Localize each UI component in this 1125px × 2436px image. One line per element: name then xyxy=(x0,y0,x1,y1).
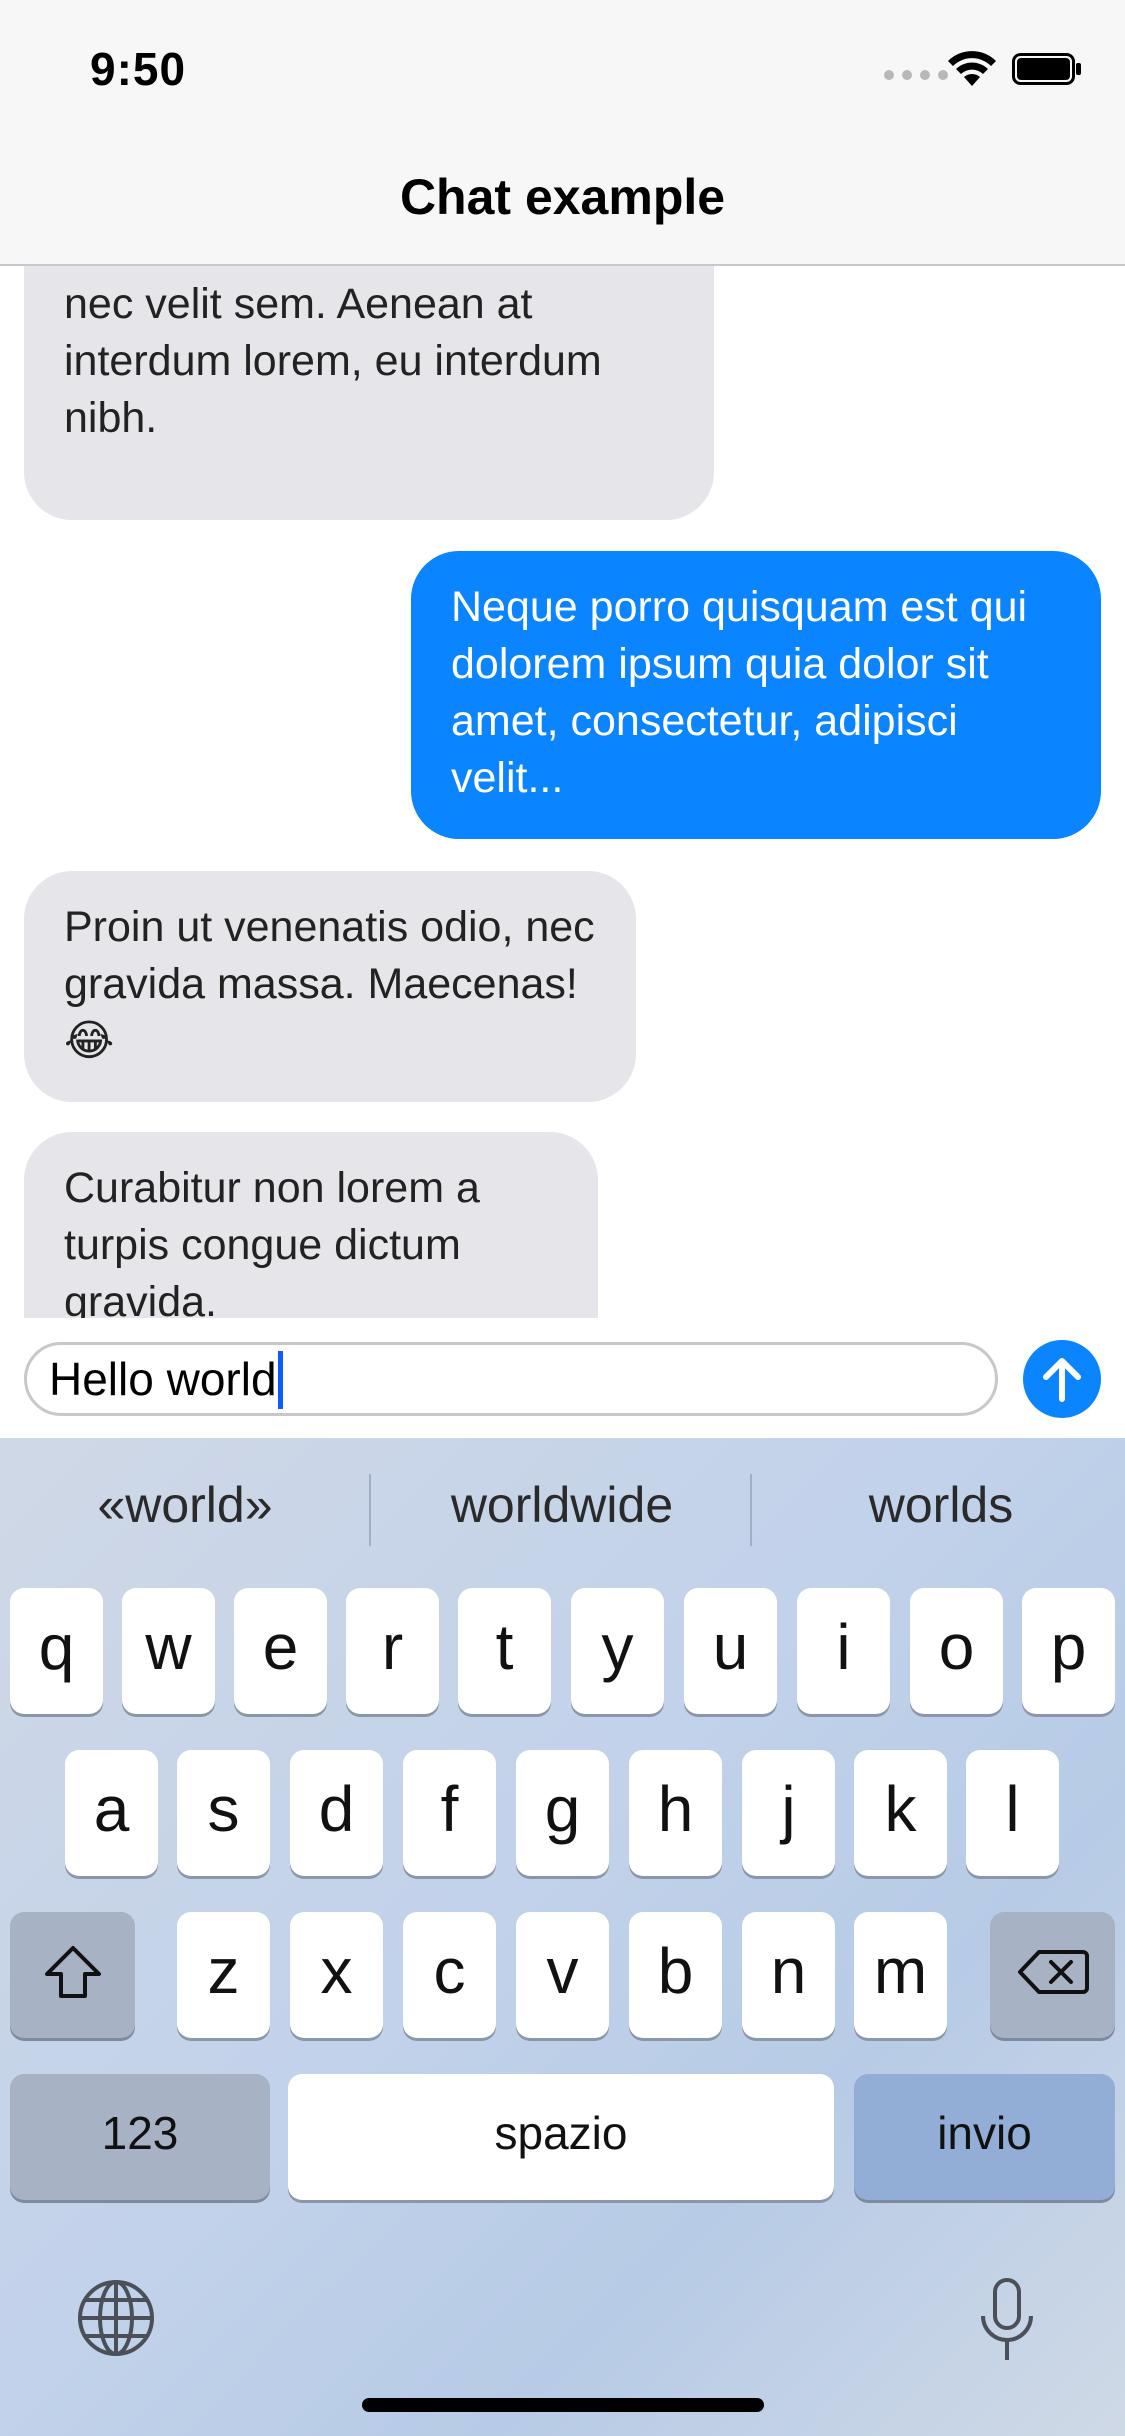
key-r[interactable]: r xyxy=(346,1588,439,1714)
message-input[interactable]: Hello world xyxy=(24,1342,998,1416)
send-button[interactable] xyxy=(1023,1340,1101,1418)
key-x[interactable]: x xyxy=(290,1912,383,2038)
key-o[interactable]: o xyxy=(910,1588,1003,1714)
message-text: nec velit sem. Aenean at interdum lorem,… xyxy=(64,280,602,442)
cellular-signal-icon xyxy=(884,70,948,80)
message-bubble[interactable]: Neque porro quisquam est qui dolorem ips… xyxy=(411,551,1101,839)
suggestion-item[interactable]: worlds xyxy=(756,1476,1125,1534)
key-l[interactable]: l xyxy=(966,1750,1059,1876)
key-i[interactable]: i xyxy=(797,1588,890,1714)
message-bubble[interactable]: nec velit sem. Aenean at interdum lorem,… xyxy=(24,264,714,520)
suggestion-item[interactable]: «world» xyxy=(0,1476,370,1534)
status-time: 9:50 xyxy=(90,43,187,95)
key-k[interactable]: k xyxy=(854,1750,947,1876)
battery-icon xyxy=(1012,53,1081,85)
key-d[interactable]: d xyxy=(290,1750,383,1876)
message-list[interactable]: nec velit sem. Aenean at interdum lorem,… xyxy=(0,264,1125,1318)
key-h[interactable]: h xyxy=(629,1750,722,1876)
delete-key[interactable] xyxy=(990,1912,1115,2038)
key-f[interactable]: f xyxy=(403,1750,496,1876)
space-key[interactable]: spazio xyxy=(288,2074,834,2200)
key-j[interactable]: j xyxy=(742,1750,835,1876)
key-b[interactable]: b xyxy=(629,1912,722,2038)
suggestion-divider xyxy=(369,1474,371,1546)
key-a[interactable]: a xyxy=(65,1750,158,1876)
message-text: Proin ut venenatis odio, nec gravida mas… xyxy=(64,903,595,1065)
nav-title: Chat example xyxy=(399,169,726,225)
key-u[interactable]: u xyxy=(684,1588,777,1714)
key-y[interactable]: y xyxy=(571,1588,664,1714)
key-z[interactable]: z xyxy=(177,1912,270,2038)
message-bubble[interactable]: Proin ut venenatis odio, nec gravida mas… xyxy=(24,871,636,1102)
message-text: Curabitur non lorem a turpis congue dict… xyxy=(64,1164,480,1318)
message-input-value: Hello world xyxy=(49,1353,277,1405)
top-bar: 9:50 Chat example xyxy=(0,0,1125,266)
key-g[interactable]: g xyxy=(516,1750,609,1876)
suggestion-item[interactable]: worldwide xyxy=(377,1476,747,1534)
suggestion-divider xyxy=(750,1474,752,1546)
key-c[interactable]: c xyxy=(403,1912,496,2038)
microphone-icon[interactable] xyxy=(977,2276,1037,2366)
wifi-icon xyxy=(948,51,996,86)
globe-icon[interactable] xyxy=(76,2278,156,2358)
key-e[interactable]: e xyxy=(234,1588,327,1714)
composer: Hello world xyxy=(0,1318,1125,1438)
shift-key[interactable] xyxy=(10,1912,135,2038)
suggestion-bar: «world» worldwide worlds xyxy=(0,1438,1125,1578)
shift-arrow-icon xyxy=(44,1946,101,1999)
home-indicator[interactable] xyxy=(362,2398,764,2412)
message-bubble[interactable]: Curabitur non lorem a turpis congue dict… xyxy=(24,1132,598,1318)
message-text: Neque porro quisquam est qui dolorem ips… xyxy=(451,583,1028,802)
arrow-up-icon xyxy=(1043,1358,1081,1402)
key-p[interactable]: p xyxy=(1022,1588,1115,1714)
key-m[interactable]: m xyxy=(854,1912,947,2038)
return-key[interactable]: invio xyxy=(854,2074,1115,2200)
text-cursor xyxy=(277,1350,283,1409)
key-w[interactable]: w xyxy=(122,1588,215,1714)
keyboard: «world» worldwide worlds q w e r t y u i… xyxy=(0,1438,1125,2436)
delete-backspace-icon xyxy=(1017,1950,1089,1995)
key-q[interactable]: q xyxy=(10,1588,103,1714)
key-v[interactable]: v xyxy=(516,1912,609,2038)
key-s[interactable]: s xyxy=(177,1750,270,1876)
key-n[interactable]: n xyxy=(742,1912,835,2038)
numbers-key[interactable]: 123 xyxy=(10,2074,270,2200)
key-t[interactable]: t xyxy=(458,1588,551,1714)
